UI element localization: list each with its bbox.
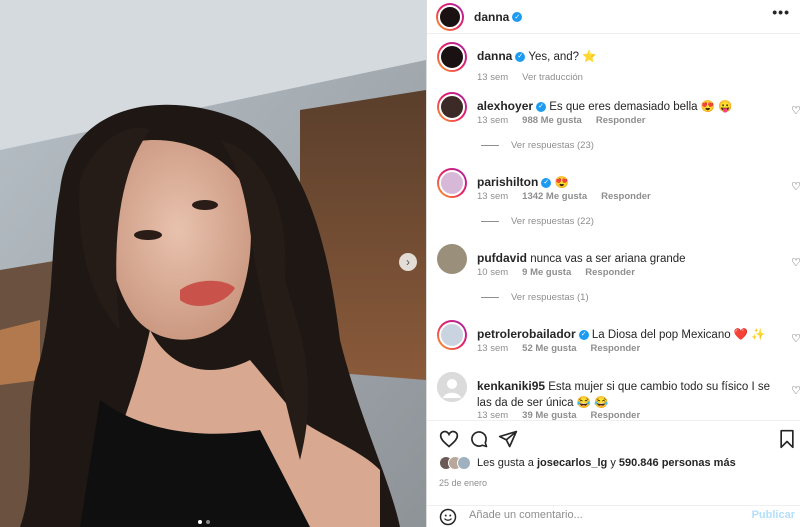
carousel-dot-active (198, 520, 202, 524)
liker-avatar (457, 456, 471, 470)
comment-username[interactable]: kenkaniki95 (477, 379, 545, 393)
comment-text: parishilton ✓ 😍 (477, 174, 777, 191)
comment-likes[interactable]: 988 Me gusta (522, 115, 582, 126)
verified-icon: ✓ (515, 51, 526, 62)
commenter-avatar[interactable] (437, 320, 467, 350)
liker-username[interactable]: josecarlos_lg (537, 457, 607, 469)
post-viewer: › danna ✓ ••• danna ✓ Yes, and? ⭐ 13 sem… (0, 0, 800, 527)
caption-time: 13 sem (477, 72, 509, 83)
comment-meta: 10 sem 9 Me gusta Responder (477, 267, 635, 278)
likes-count[interactable]: 590.846 personas más (619, 457, 736, 469)
commenter-avatar[interactable] (437, 244, 467, 274)
post-date: 25 de enero (439, 478, 488, 488)
comment-content: nunca vas a ser ariana grande (530, 253, 686, 265)
verified-icon: ✓ (512, 11, 523, 22)
verified-icon: ✓ (541, 177, 552, 188)
commenter-avatar[interactable] (437, 168, 467, 198)
likes-summary: Les gusta a josecarlos_lg y 590.846 pers… (439, 456, 736, 470)
default-avatar-icon (437, 372, 467, 402)
replies-line (481, 145, 499, 146)
comment-time: 13 sem (477, 191, 509, 202)
replies-line (481, 221, 499, 222)
reply-button[interactable]: Responder (591, 343, 641, 354)
view-replies[interactable]: Ver respuestas (22) (481, 216, 594, 227)
caption-text: danna ✓ Yes, and? ⭐ (477, 48, 777, 65)
comment-content: 😍 (554, 177, 569, 189)
likes-and: y (610, 457, 616, 469)
comment-text: kenkaniki95 Esta mujer si que cambio tod… (477, 378, 777, 411)
view-replies-label: Ver respuestas (1) (511, 292, 589, 303)
emoji-icon[interactable] (439, 508, 457, 526)
comment-username[interactable]: petrolerobailador (477, 327, 576, 341)
reply-button[interactable]: Responder (596, 115, 646, 126)
comment-likes[interactable]: 9 Me gusta (522, 267, 571, 278)
chevron-right-icon: › (406, 255, 410, 269)
add-comment-bar: Añade un comentario... Publicar (427, 505, 800, 527)
reply-button[interactable]: Responder (585, 267, 635, 278)
caption-meta: 13 sem Ver traducción (477, 72, 583, 83)
comment-like-icon[interactable]: ♡ (791, 180, 800, 193)
comment-content: La Diosa del pop Mexicano ❤️ ✨ (591, 329, 766, 341)
see-translation-link[interactable]: Ver traducción (522, 72, 583, 83)
comment-time: 10 sem (477, 267, 509, 278)
caption-content: Yes, and? ⭐ (528, 51, 597, 63)
comment-meta: 13 sem 1342 Me gusta Responder (477, 191, 651, 202)
comment-time: 13 sem (477, 343, 509, 354)
author-avatar[interactable] (437, 42, 467, 72)
view-replies-label: Ver respuestas (22) (511, 216, 594, 227)
more-icon[interactable]: ••• (772, 4, 790, 20)
publish-button[interactable]: Publicar (752, 509, 795, 521)
comment-like-icon[interactable]: ♡ (791, 384, 800, 397)
share-icon[interactable] (498, 429, 518, 449)
comment-like-icon[interactable]: ♡ (791, 332, 800, 345)
comment-text: pufdavid nunca vas a ser ariana grande (477, 250, 777, 267)
comment-icon[interactable] (469, 429, 489, 449)
view-replies[interactable]: Ver respuestas (1) (481, 292, 589, 303)
comment-meta: 13 sem 988 Me gusta Responder (477, 115, 645, 126)
post-side-panel: danna ✓ ••• danna ✓ Yes, and? ⭐ 13 sem Ve… (426, 0, 800, 527)
comment-username[interactable]: alexhoyer (477, 99, 533, 113)
comment-time: 13 sem (477, 115, 509, 126)
likes-prefix: Les gusta a (477, 457, 534, 469)
next-image-button[interactable]: › (399, 253, 417, 271)
comment-like-icon[interactable]: ♡ (791, 256, 800, 269)
comment-likes[interactable]: 39 Me gusta (522, 410, 576, 420)
comment-text: petrolerobailador ✓ La Diosa del pop Mexi… (477, 326, 777, 343)
post-photo (0, 0, 426, 527)
post-actions (427, 420, 800, 456)
comment-meta: 13 sem 39 Me gusta Responder (477, 410, 640, 420)
commenter-avatar[interactable] (437, 92, 467, 122)
carousel-dot (206, 520, 210, 524)
carousel-dots (198, 520, 210, 524)
comment-meta: 13 sem 52 Me gusta Responder (477, 343, 640, 354)
comment-text: alexhoyer ✓ Es que eres demasiado bella 😍… (477, 98, 777, 115)
commenter-avatar[interactable] (437, 372, 467, 402)
comment-like-icon[interactable]: ♡ (791, 104, 800, 117)
comment-content: Es que eres demasiado bella 😍 😛 (549, 101, 733, 113)
reply-button[interactable]: Responder (591, 410, 641, 420)
comment-username[interactable]: parishilton (477, 175, 538, 189)
author-username[interactable]: danna (474, 10, 509, 24)
comment-input[interactable]: Añade un comentario... (469, 509, 583, 521)
comment-likes[interactable]: 52 Me gusta (522, 343, 576, 354)
post-media[interactable]: › (0, 0, 426, 527)
caption-username[interactable]: danna (477, 49, 512, 63)
view-replies-label: Ver respuestas (23) (511, 140, 594, 151)
comments-list[interactable]: danna ✓ Yes, and? ⭐ 13 sem Ver traducción… (427, 35, 800, 420)
author-avatar[interactable] (436, 2, 464, 31)
comment-time: 13 sem (477, 410, 509, 420)
comment-likes[interactable]: 1342 Me gusta (522, 191, 587, 202)
reply-button[interactable]: Responder (601, 191, 651, 202)
replies-line (481, 297, 499, 298)
bookmark-icon[interactable] (777, 429, 797, 449)
verified-icon: ✓ (536, 101, 547, 112)
post-header: danna ✓ ••• (427, 0, 800, 34)
heart-icon[interactable] (439, 429, 459, 449)
comment-username[interactable]: pufdavid (477, 251, 527, 265)
view-replies[interactable]: Ver respuestas (23) (481, 140, 594, 151)
verified-icon: ✓ (578, 329, 589, 340)
